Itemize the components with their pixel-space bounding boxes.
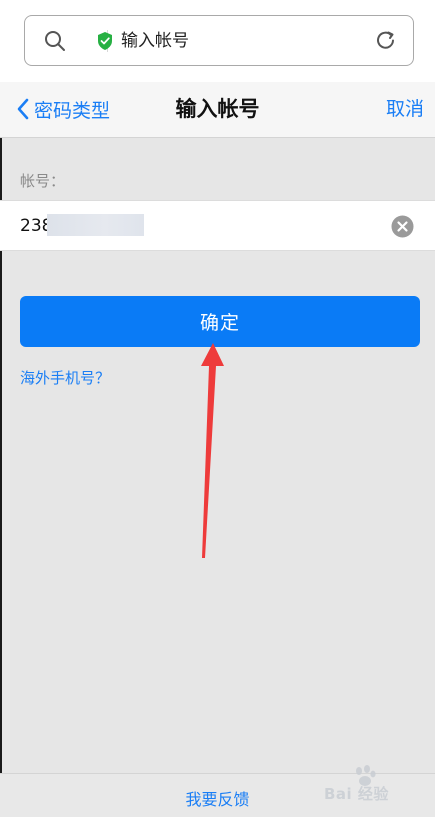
watermark-text: Bai 经验 (324, 785, 389, 803)
confirm-button[interactable]: 确定 (20, 296, 420, 347)
overseas-phone-link[interactable]: 海外手机号？ (20, 367, 110, 388)
refresh-icon[interactable] (374, 29, 398, 53)
cancel-button[interactable]: 取消 (386, 95, 424, 123)
account-label: 帐号： (20, 172, 66, 190)
address-text[interactable]: 输入帐号 (121, 29, 189, 53)
page-title: 输入帐号 (175, 97, 260, 121)
redacted-text-overlay (47, 214, 144, 236)
shield-check-icon (98, 32, 112, 50)
baidu-jingyan-watermark: Bai 经验 (322, 765, 430, 811)
browser-top-area: 输入帐号 (0, 0, 435, 82)
search-icon[interactable] (43, 29, 67, 53)
address-bar[interactable]: 输入帐号 (24, 15, 414, 66)
navigation-bar: 密码类型 输入帐号 取消 (0, 82, 435, 138)
clear-input-icon[interactable] (391, 215, 414, 238)
account-input-row[interactable]: 238 (0, 200, 435, 251)
